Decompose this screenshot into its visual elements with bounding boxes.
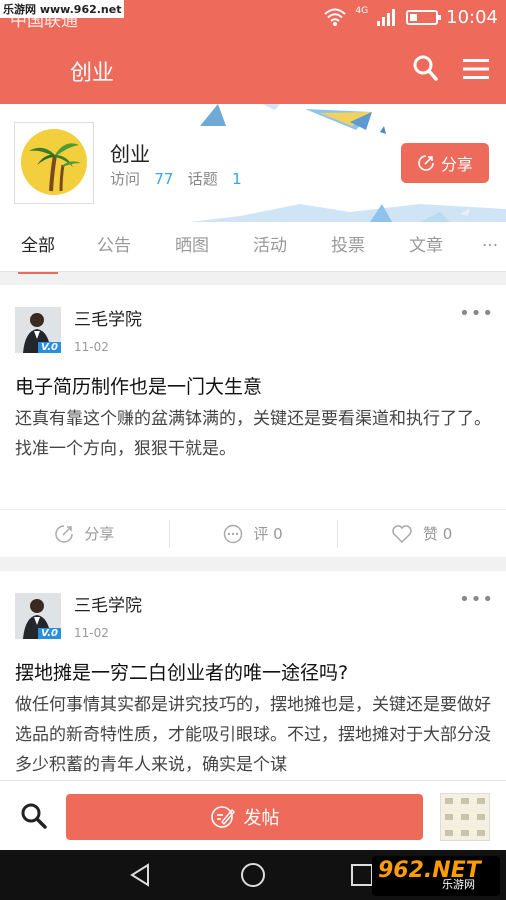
verified-badge: V.0 — [38, 628, 61, 639]
compose-icon — [210, 806, 235, 828]
topics-count: 1 — [232, 170, 242, 188]
comment-icon — [224, 524, 243, 543]
post-body[interactable]: 还真有靠这个赚的盆满钵满的，关键还是要看渠道和执行了了。找准一个方向，狠狠干就是… — [15, 404, 491, 464]
more-options-icon[interactable]: ••• — [459, 589, 494, 610]
watermark-logo: 962.NET 乐游网 — [372, 856, 500, 896]
post-title[interactable]: 电子简历制作也是一门大生意 — [15, 372, 262, 399]
share-button-label: 分享 — [440, 155, 473, 174]
watermark-top: 乐游网 www.962.net — [0, 0, 125, 18]
share-action-label: 分享 — [84, 525, 115, 543]
tab-articles[interactable]: 文章 — [408, 224, 444, 271]
status-bar: 中国联通 乐游网 www.962.net 4G 10:04 — [0, 0, 506, 34]
post-card[interactable]: V.0 三毛学院 11-02 ••• 电子简历制作也是一门大生意 还真有靠这个赚… — [0, 285, 506, 557]
page-title: 创业 — [70, 61, 115, 86]
author-avatar[interactable]: V.0 — [15, 593, 61, 639]
signal-icon — [377, 9, 396, 26]
search-icon[interactable] — [20, 802, 48, 830]
tab-announcements[interactable]: 公告 — [96, 224, 132, 271]
share-icon — [418, 155, 434, 171]
group-info-card: 创业 访问 77 话题 1 分享 — [0, 104, 506, 224]
back-icon[interactable] — [128, 862, 154, 888]
new-post-label: 发帖 — [243, 808, 280, 829]
menu-icon[interactable] — [463, 58, 489, 80]
topics-label: 话题 — [187, 170, 218, 188]
tab-votes[interactable]: 投票 — [330, 224, 366, 271]
like-action[interactable]: 赞 0 — [337, 510, 506, 557]
visits-count: 77 — [154, 170, 174, 188]
group-name: 创业 — [110, 142, 150, 166]
post-title[interactable]: 摆地摊是一穷二白创业者的唯一途径吗? — [15, 658, 348, 685]
post-body[interactable]: 做任何事情其实都是讲究技巧的，摆地摊也是，关键还是要做好选品的新奇特性质，才能吸… — [15, 690, 491, 780]
tab-all[interactable]: 全部 — [18, 224, 58, 274]
post-date: 11-02 — [74, 340, 109, 354]
tab-photos[interactable]: 晒图 — [174, 224, 210, 271]
group-avatar[interactable] — [14, 122, 94, 204]
share-action[interactable]: 分享 — [0, 510, 169, 557]
post-actions: 分享 评 0 赞 0 — [0, 509, 506, 557]
home-icon[interactable] — [239, 861, 267, 889]
author-avatar[interactable]: V.0 — [15, 307, 61, 353]
comment-action-label: 评 0 — [253, 525, 283, 543]
wifi-icon — [324, 8, 347, 26]
comment-action[interactable]: 评 0 — [168, 510, 338, 557]
share-button[interactable]: 分享 — [401, 143, 489, 183]
share-icon — [55, 524, 74, 543]
new-post-button[interactable]: 发帖 — [66, 794, 423, 840]
watermark-text: 乐游网 — [442, 878, 475, 891]
battery-icon — [406, 9, 442, 25]
image-thumbnail-icon — [445, 798, 485, 836]
clock: 10:04 — [446, 6, 498, 28]
palm-tree-icon — [29, 143, 81, 192]
app-header: 创业 — [0, 34, 506, 104]
search-icon[interactable] — [412, 54, 438, 82]
thumbnail-image[interactable] — [440, 793, 490, 841]
visits-label: 访问 — [110, 170, 141, 188]
verified-badge: V.0 — [38, 342, 61, 353]
like-action-label: 赞 0 — [423, 525, 453, 543]
post-author[interactable]: 三毛学院 — [74, 591, 142, 616]
tab-events[interactable]: 活动 — [252, 224, 288, 271]
more-options-icon[interactable]: ••• — [459, 303, 494, 324]
bottom-bar: 发帖 — [0, 780, 506, 850]
tab-bar: 全部 公告 晒图 活动 投票 文章 ··· — [0, 224, 506, 274]
tab-more[interactable]: ··· — [478, 224, 502, 271]
post-author[interactable]: 三毛学院 — [74, 305, 142, 330]
post-card[interactable]: V.0 三毛学院 11-02 ••• 摆地摊是一穷二白创业者的唯一途径吗? 做任… — [0, 571, 506, 791]
group-stats: 访问 77 话题 1 — [110, 168, 242, 189]
post-date: 11-02 — [74, 626, 109, 640]
network-type: 4G — [355, 6, 369, 16]
recents-icon[interactable] — [350, 863, 374, 887]
heart-icon — [392, 524, 412, 543]
status-icons: 4G 10:04 — [323, 6, 498, 28]
